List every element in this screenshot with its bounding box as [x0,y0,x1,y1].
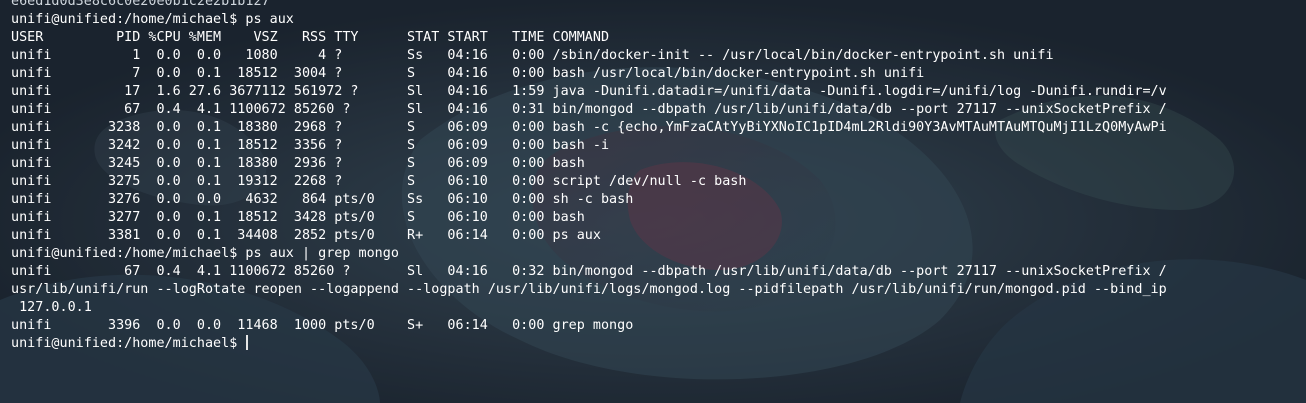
terminal-line: unifi 7 0.0 0.1 18512 3004 ? S 04:16 0:0… [11,66,925,81]
terminal-line: USER PID %CPU %MEM VSZ RSS TTY STAT STAR… [11,30,610,45]
terminal-line: unifi 1 0.0 0.0 1080 4 ? Ss 04:16 0:00 /… [11,48,1054,63]
text-cursor [246,335,249,350]
terminal-line: 127.0.0.1 [11,300,92,315]
terminal-line: e6ed1d0d3e8c6c0e20e0b1c2e2b1b127 [11,0,270,9]
terminal-output[interactable]: e6ed1d0d3e8c6c0e20e0b1c2e2b1b127 unifi@u… [11,0,1167,353]
terminal-line: unifi@unified:/home/michael$ ps aux [11,12,294,27]
terminal-line: unifi 3277 0.0 0.1 18512 3428 pts/0 S 06… [11,210,585,225]
terminal-line: unifi 3381 0.0 0.1 34408 2852 pts/0 R+ 0… [11,228,601,243]
terminal-line: unifi 17 1.6 27.6 3677112 561972 ? Sl 04… [11,84,1167,99]
terminal-line: unifi 3396 0.0 0.0 11468 1000 pts/0 S+ 0… [11,318,634,333]
terminal-line: unifi 3276 0.0 0.0 4632 864 pts/0 Ss 06:… [11,192,634,207]
terminal-line: unifi 3238 0.0 0.1 18380 2968 ? S 06:09 … [11,120,1167,135]
terminal-line: unifi@unified:/home/michael$ ps aux | gr… [11,246,399,261]
terminal-prompt: unifi@unified:/home/michael$ [11,336,246,351]
terminal-line: unifi 3242 0.0 0.1 18512 3356 ? S 06:09 … [11,138,610,153]
terminal-line: unifi 3245 0.0 0.1 18380 2936 ? S 06:09 … [11,156,585,171]
terminal-line: usr/lib/unifi/run --logRotate reopen --l… [11,282,1167,297]
terminal-prompt-line[interactable]: unifi@unified:/home/michael$ [11,335,1167,353]
terminal-line: unifi 3275 0.0 0.1 19312 2268 ? S 06:10 … [11,174,747,189]
terminal-line: unifi 67 0.4 4.1 1100672 85260 ? Sl 04:1… [11,264,1167,279]
terminal-line: unifi 67 0.4 4.1 1100672 85260 ? Sl 04:1… [11,102,1167,117]
